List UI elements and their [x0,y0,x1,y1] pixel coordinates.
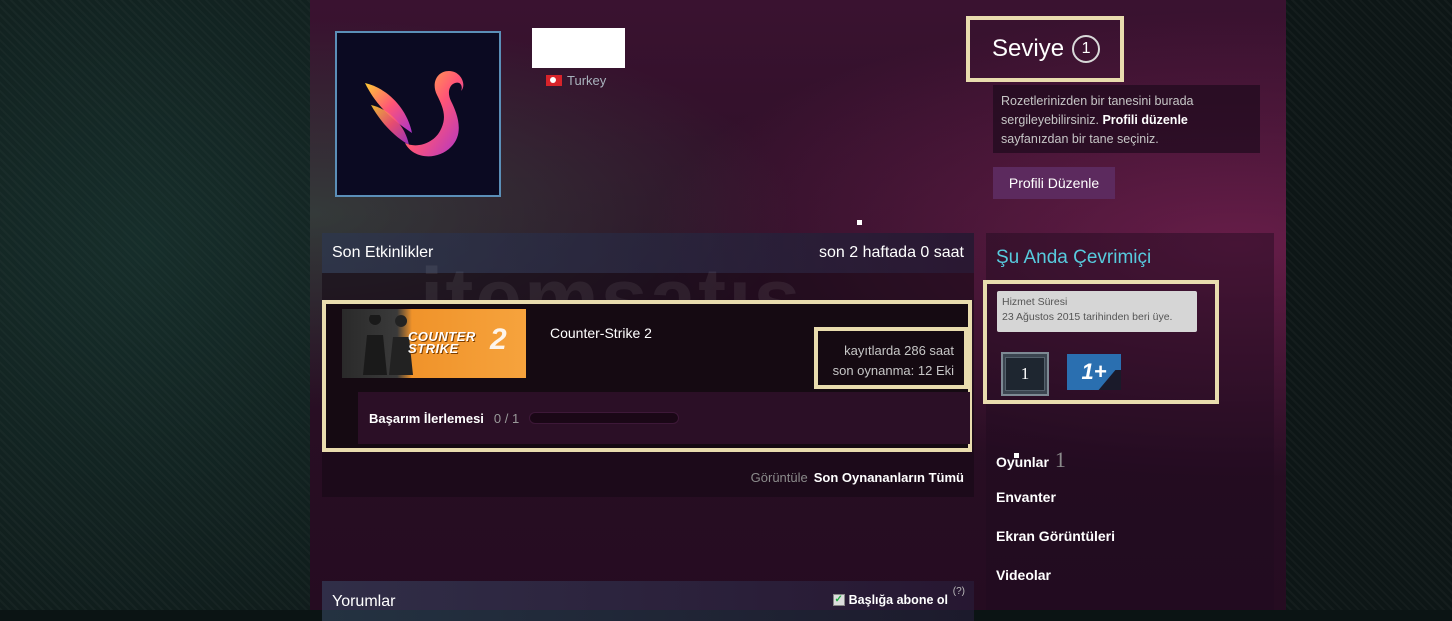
profile-avatar[interactable] [335,31,501,197]
sidebar-item-inventory[interactable]: Envanter [996,489,1056,505]
badge-showcase-info: Rozetlerinizden bir tanesini burada serg… [993,85,1260,153]
level-one-plus-badge[interactable]: 1+ [1067,354,1121,390]
achievement-label: Başarım İlerlemesi [369,410,484,426]
years-of-service-badge[interactable]: 1 [1001,352,1049,396]
achievement-progress-bar[interactable]: Başarım İlerlemesi 0 / 1 [358,392,970,444]
service-years-tooltip: Hizmet Süresi 23 Ağustos 2015 tarihinden… [997,291,1197,332]
badge2-label: 1+ [1081,359,1107,384]
edit-profile-button[interactable]: Profili Düzenle [993,167,1115,199]
games-count: 1 [1054,447,1066,472]
game-hours-box: kayıtlarda 286 saat son oynanma: 12 Eki [814,327,968,389]
swan-logo-icon [365,71,464,157]
game-name[interactable]: Counter-Strike 2 [550,325,652,341]
years-badge-number: 1 [1005,357,1045,391]
achievement-count: 0 / 1 [493,410,520,426]
game-capsule-image[interactable]: COUNTER STRIKE 2 [342,309,526,378]
sidebar-item-games[interactable]: Oyunlar 1 [996,447,1066,473]
capsule-line2: STRIKE [408,341,459,356]
level-badge[interactable]: 1 [1072,35,1101,63]
level-label: Seviye [992,35,1065,62]
comments-panel: Yorumlar ✓ Başlığa abone ol (?) [322,581,974,621]
capsule-title: COUNTER STRIKE [408,330,476,356]
achievement-progress-track [529,412,680,424]
games-label: Oyunlar [996,454,1049,470]
all-recently-played-link[interactable]: Son Oynananların Tümü [814,470,964,485]
sidebar-item-screenshots[interactable]: Ekran Görüntüleri [996,528,1115,544]
comments-title: Yorumlar [332,593,396,610]
marker-dot [857,220,862,225]
help-icon[interactable]: (?) [953,586,965,597]
view-label: Görüntüle [750,470,808,485]
capsule-number: 2 [490,323,507,356]
sidebar-item-videos[interactable]: Videolar [996,567,1051,583]
edit-profile-link[interactable]: Profili düzenle [1102,113,1187,127]
turkey-flag-icon [546,75,562,86]
tooltip-text: 23 Ağustos 2015 tarihinden beri üye. [1002,311,1173,323]
tooltip-title: Hizmet Süresi [1002,296,1068,308]
badge-info-text-end: sayfanızdan bir tane seçiniz. [1001,132,1159,146]
last-played: son oynanma: 12 Eki [832,363,954,378]
badges-showcase: Hizmet Süresi 23 Ağustos 2015 tarihinden… [983,280,1219,404]
profile-name [532,28,625,68]
marker-dot-2 [1014,453,1019,458]
level-box: Seviye 1 [966,16,1124,82]
checkbox-icon[interactable]: ✓ [832,594,845,606]
country-text: Turkey [567,73,607,88]
online-status-title: Şu Anda Çevrimiçi [996,247,1152,268]
activity-footer: Görüntüle Son Oynananların Tümü [751,470,964,485]
activity-header: Son Etkinlikler son 2 haftada 0 saat [322,233,974,273]
subscribe-label: Başlığa abone ol [848,593,948,607]
activity-summary: son 2 haftada 0 saat [819,244,964,261]
activity-title: Son Etkinlikler [332,244,434,261]
country-label: Turkey [546,73,606,88]
total-hours: kayıtlarda 286 saat [844,343,954,358]
subscribe-toggle[interactable]: ✓ Başlığa abone ol [832,593,948,607]
